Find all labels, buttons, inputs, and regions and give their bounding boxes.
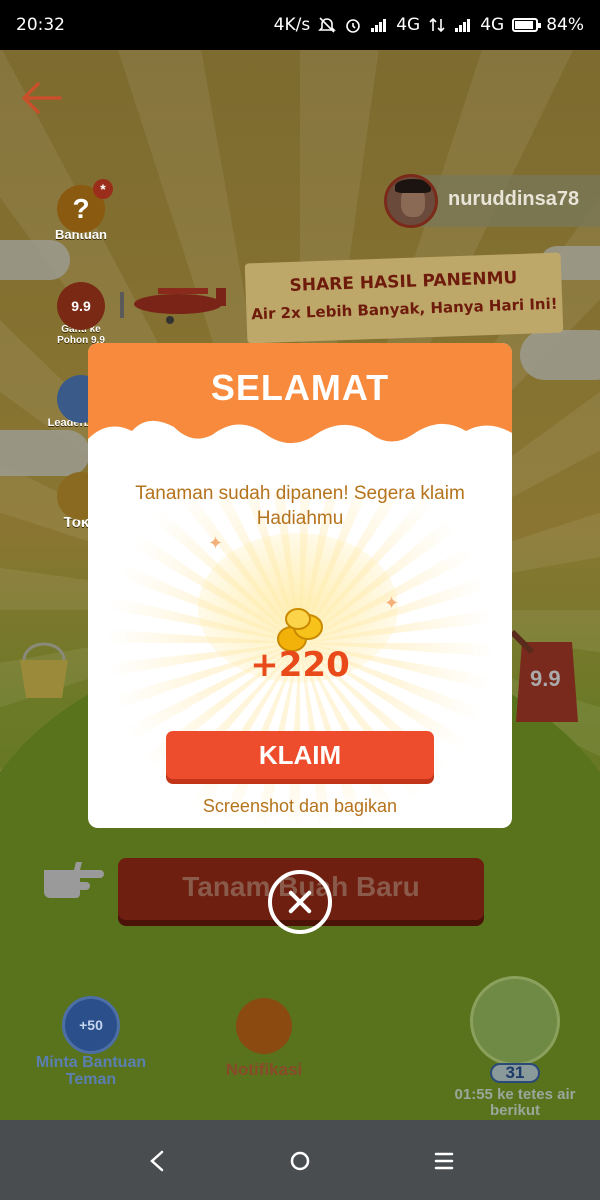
cloud [0, 240, 70, 280]
water-button[interactable]: 31 01:55 ke tetes air berikut [440, 976, 590, 1119]
reward-amount: +220 [250, 645, 350, 685]
water-timer: 01:55 ke tetes air berikut [454, 1086, 576, 1119]
watering-can-icon [470, 976, 560, 1066]
notification-dot: * [93, 179, 113, 199]
screenshot-share-link[interactable]: Screenshot dan bagikan [88, 796, 512, 817]
sidebar-item-switch-tree[interactable]: 9.9 Ganti ke Pohon 9.9 [46, 282, 116, 346]
navigation-bar [0, 1120, 600, 1200]
username: nuruddinsa78 [448, 188, 580, 210]
alarm-icon [346, 19, 361, 33]
notification-label: Notifikasi [225, 1060, 303, 1079]
share-banner[interactable]: SHARE HASIL PANENMU Air 2x Lebih Banyak,… [244, 252, 564, 344]
water-count-badge: 31 [489, 1063, 541, 1083]
mute-icon [318, 17, 337, 33]
cloud [520, 330, 600, 380]
data-arrows-icon [429, 17, 445, 33]
network-type-1: 4G [396, 15, 421, 35]
banner-subtitle: Air 2x Lebih Banyak, Hanya Hari Ini! [250, 294, 558, 324]
modal-message: Tanaman sudah dipanen! Segera klaim Hadi… [135, 483, 465, 529]
sparkle-icon: ✦ [208, 533, 224, 553]
signal-icon-2 [455, 19, 471, 32]
question-icon: ? * [57, 179, 113, 233]
harvest-reward-modal: SELAMAT Tanaman sudah dipanen! Segera kl… [88, 343, 512, 828]
avatar[interactable] [384, 174, 438, 228]
cloud-divider [88, 420, 512, 489]
ask-friend-label: Minta Bantuan Teman [35, 1054, 147, 1088]
network-type-2: 4G [480, 15, 505, 35]
ask-friend-help-button[interactable]: +50 Minta Bantuan Teman [24, 996, 158, 1088]
claim-button[interactable]: KLAIM [166, 731, 434, 779]
modal-title: SELAMAT [210, 367, 390, 408]
notification-button[interactable]: Notifikasi [214, 998, 314, 1080]
bell-icon [236, 998, 292, 1054]
water-drop-icon: +50 [62, 996, 120, 1054]
pointing-hand-icon [44, 862, 104, 898]
cloud [0, 430, 90, 476]
battery-icon [512, 18, 542, 32]
airplane-icon [120, 288, 226, 324]
close-icon[interactable] [268, 870, 332, 934]
back-nav-icon[interactable] [138, 1144, 178, 1178]
status-icons: 4K/s 4G 4G 84% [274, 15, 584, 35]
battery-percent: 84% [546, 15, 584, 35]
status-time: 20:32 [16, 15, 65, 35]
sidebar-item-help[interactable]: ? * Bantuan [46, 179, 116, 242]
tree-bag-icon: 9.9 [57, 282, 105, 330]
menu-nav-icon[interactable] [424, 1144, 464, 1178]
svg-text:9.9: 9.9 [530, 666, 561, 691]
status-bar: 20:32 4K/s 4G 4G 84% [0, 0, 600, 50]
bucket-icon [20, 642, 68, 698]
home-nav-icon[interactable] [280, 1144, 320, 1178]
signal-icon [371, 19, 387, 32]
network-speed: 4K/s [273, 15, 311, 35]
watering-can-decoration: 9.9 [509, 629, 578, 722]
back-arrow-icon[interactable] [20, 78, 64, 118]
sparkle-icon: ✦ [384, 593, 400, 613]
banner-title: SHARE HASIL PANENMU [289, 268, 518, 296]
